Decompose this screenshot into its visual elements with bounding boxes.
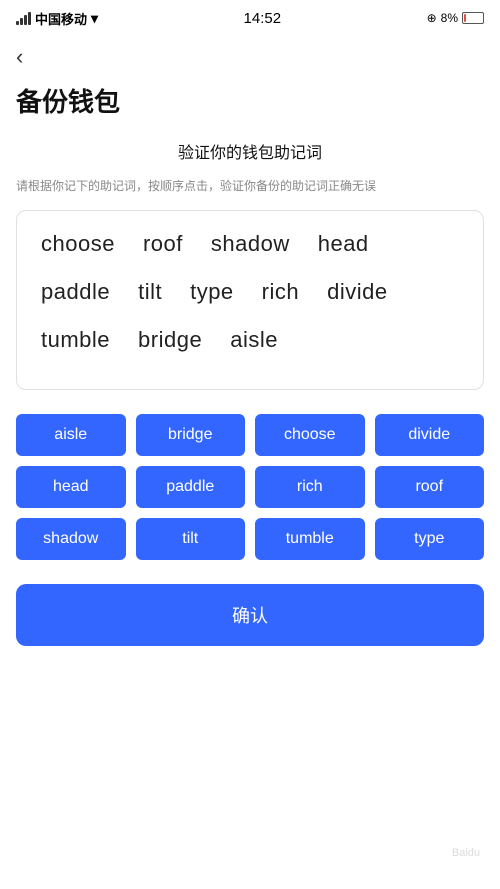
subtitle-section: 验证你的钱包助记词 xyxy=(0,139,500,177)
word-row-3: tumble bridge aisle xyxy=(41,327,459,353)
word-paddle: paddle xyxy=(41,279,110,305)
btn-shadow[interactable]: shadow xyxy=(16,518,126,560)
battery-icon: ⊕ xyxy=(427,11,437,25)
carrier-label: 中国移动 xyxy=(35,9,87,28)
word-divide: divide xyxy=(327,279,387,305)
word-rich: rich xyxy=(262,279,299,305)
word-tilt: tilt xyxy=(138,279,162,305)
page-title: 备份钱包 xyxy=(0,74,500,139)
btn-bridge[interactable]: bridge xyxy=(136,414,246,456)
battery-bar xyxy=(462,12,484,24)
word-display-box: choose roof shadow head paddle tilt type… xyxy=(16,210,484,390)
subtitle-desc: 请根据你记下的助记词，按顺序点击，验证你备份的助记词正确无误 xyxy=(0,177,500,196)
carrier-signal: 中国移动 ▾ xyxy=(16,9,98,28)
status-time: 14:52 xyxy=(244,10,282,27)
word-bridge: bridge xyxy=(138,327,202,353)
word-shadow: shadow xyxy=(211,231,290,257)
btn-tumble[interactable]: tumble xyxy=(255,518,365,560)
word-buttons-grid: aisle bridge choose divide head paddle r… xyxy=(16,414,484,560)
word-buttons-section: aisle bridge choose divide head paddle r… xyxy=(0,404,500,560)
subtitle-main: 验证你的钱包助记词 xyxy=(16,139,484,163)
btn-type[interactable]: type xyxy=(375,518,485,560)
word-head: head xyxy=(318,231,369,257)
wifi-icon: ▾ xyxy=(91,10,98,27)
watermark: Baidu xyxy=(452,847,480,859)
word-roof: roof xyxy=(143,231,183,257)
confirm-section: 确认 xyxy=(0,576,500,666)
battery-section: ⊕ 8% xyxy=(427,11,484,25)
word-aisle: aisle xyxy=(230,327,278,353)
status-bar: 中国移动 ▾ 14:52 ⊕ 8% xyxy=(0,0,500,36)
word-tumble: tumble xyxy=(41,327,110,353)
signal-icon xyxy=(16,11,31,25)
btn-choose[interactable]: choose xyxy=(255,414,365,456)
back-button[interactable]: ‹ xyxy=(0,36,39,74)
btn-divide[interactable]: divide xyxy=(375,414,485,456)
btn-tilt[interactable]: tilt xyxy=(136,518,246,560)
word-choose: choose xyxy=(41,231,115,257)
btn-aisle[interactable]: aisle xyxy=(16,414,126,456)
btn-roof[interactable]: roof xyxy=(375,466,485,508)
word-type: type xyxy=(190,279,234,305)
btn-paddle[interactable]: paddle xyxy=(136,466,246,508)
battery-fill xyxy=(464,14,466,22)
btn-rich[interactable]: rich xyxy=(255,466,365,508)
word-row-2: paddle tilt type rich divide xyxy=(41,279,459,305)
confirm-button[interactable]: 确认 xyxy=(16,584,484,646)
word-row-1: choose roof shadow head xyxy=(41,231,459,257)
btn-head[interactable]: head xyxy=(16,466,126,508)
battery-percent: 8% xyxy=(441,11,458,25)
